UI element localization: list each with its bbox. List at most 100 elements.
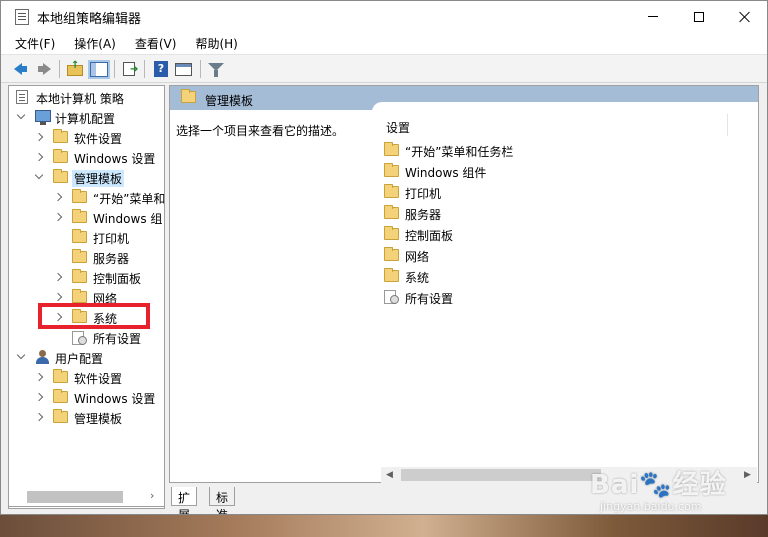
details-title: 管理模板	[205, 94, 254, 108]
tree-node-control-panel[interactable]: 控制面板	[9, 267, 164, 287]
up-folder-icon	[67, 60, 83, 76]
console-tree: 本地计算机 策略 计算机配置 软件设置 Windows 设置 管理模板 “开始”…	[8, 85, 165, 509]
tree-label: “开始”菜单和	[93, 192, 165, 206]
maximize-icon	[694, 11, 704, 22]
up-level-button[interactable]	[66, 60, 84, 78]
tree-node-cc-admin[interactable]: 管理模板	[9, 167, 164, 187]
tree-node-uc-windows[interactable]: Windows 设置	[9, 387, 164, 407]
forward-arrow-icon	[38, 63, 51, 75]
toolbar-separator	[144, 60, 145, 78]
tree-label: 所有设置	[93, 332, 142, 346]
toolbar: ?	[1, 54, 767, 83]
collapse-chevron-icon[interactable]	[16, 110, 26, 120]
close-button[interactable]	[722, 1, 767, 32]
collapse-chevron-icon[interactable]	[34, 170, 44, 180]
expand-chevron-icon[interactable]	[34, 372, 44, 382]
tree-node-uc-admin[interactable]: 管理模板	[9, 407, 164, 427]
maximize-button[interactable]	[676, 1, 722, 32]
filter-icon	[208, 63, 224, 77]
folder-icon	[72, 269, 87, 283]
column-divider[interactable]	[727, 114, 728, 136]
tree-node-root[interactable]: 本地计算机 策略	[9, 87, 164, 107]
details-pane: 管理模板 选择一个项目来查看它的描述。 设置 “开始”菜单和任务栏 Window…	[169, 85, 759, 483]
console-tree-icon	[88, 60, 110, 79]
folder-icon	[53, 369, 68, 383]
menu-help[interactable]: 帮助(H)	[193, 35, 239, 52]
show-hide-tree-button[interactable]	[88, 60, 110, 79]
gpedit-window: 本地组策略编辑器 文件(F) 操作(A) 查看(V) 帮助(H) ? 本地计算机…	[0, 0, 768, 515]
tab-extended[interactable]: 扩展	[171, 487, 198, 514]
folder-icon	[53, 389, 68, 403]
folder-icon	[53, 409, 68, 423]
annotation-highlight-box	[38, 303, 150, 329]
description-text: 选择一个项目来查看它的描述。	[176, 124, 345, 138]
column-header-setting[interactable]: 设置	[386, 119, 410, 136]
export-list-button[interactable]	[121, 60, 139, 78]
minimize-icon	[648, 16, 658, 17]
baidu-jingyan-watermark: Bai🐾经验 jingyan.baidu.com	[590, 454, 760, 514]
folder-icon	[53, 149, 68, 163]
scrollbar-thumb[interactable]	[401, 469, 601, 481]
expand-chevron-icon[interactable]	[34, 132, 44, 142]
folder-icon	[384, 268, 399, 282]
minimize-button[interactable]	[630, 1, 676, 32]
tree-node-all-settings[interactable]: 所有设置	[9, 327, 164, 347]
list-item-label: 所有设置	[405, 292, 454, 306]
expand-chevron-icon[interactable]	[34, 412, 44, 422]
tree-label: 打印机	[93, 232, 130, 246]
folder-icon	[384, 226, 399, 240]
tree-label: 控制面板	[93, 272, 142, 286]
tree-node-windows-components[interactable]: Windows 组	[9, 207, 164, 227]
tree-horizontal-scrollbar[interactable]: ›	[8, 487, 165, 507]
expand-chevron-icon[interactable]	[34, 392, 44, 402]
tree-label: 软件设置	[74, 132, 123, 146]
tree-node-uc-software[interactable]: 软件设置	[9, 367, 164, 387]
properties-button[interactable]	[175, 60, 193, 78]
menu-view[interactable]: 查看(V)	[133, 35, 179, 52]
back-button[interactable]	[12, 60, 30, 78]
list-item-label: 网络	[405, 250, 430, 264]
tree-node-server[interactable]: 服务器	[9, 247, 164, 267]
folder-icon	[72, 249, 87, 263]
computer-icon	[35, 110, 51, 125]
expand-chevron-icon[interactable]	[53, 192, 63, 202]
menu-action[interactable]: 操作(A)	[72, 35, 118, 52]
list-item-label: Windows 组件	[405, 166, 487, 180]
tree-node-user-config[interactable]: 用户配置	[9, 347, 164, 367]
list-item-label: 控制面板	[405, 229, 454, 243]
user-icon	[35, 350, 51, 365]
tree-label: 用户配置	[55, 352, 104, 366]
expand-chevron-icon[interactable]	[53, 292, 63, 302]
tree-node-cc-windows[interactable]: Windows 设置	[9, 147, 164, 167]
forward-button[interactable]	[35, 60, 53, 78]
tree-node-cc-software[interactable]: 软件设置	[9, 127, 164, 147]
expand-chevron-icon[interactable]	[34, 152, 44, 162]
close-icon	[739, 11, 751, 23]
tree-node-start-menu[interactable]: “开始”菜单和	[9, 187, 164, 207]
filter-button[interactable]	[207, 60, 225, 78]
folder-icon	[384, 205, 399, 219]
tree-node-printer[interactable]: 打印机	[9, 227, 164, 247]
list-item-label: “开始”菜单和任务栏	[405, 145, 514, 159]
all-settings-icon	[384, 289, 399, 304]
tree-label: Windows 设置	[74, 152, 156, 166]
toolbar-separator	[114, 60, 115, 78]
tab-standard[interactable]: 标准	[209, 487, 236, 514]
menu-file[interactable]: 文件(F)	[13, 35, 57, 52]
tree-label: 服务器	[93, 252, 130, 266]
export-icon	[123, 62, 138, 76]
policy-document-icon	[16, 90, 28, 104]
folder-icon	[384, 142, 399, 156]
collapse-chevron-icon[interactable]	[16, 350, 26, 360]
tree-node-computer-config[interactable]: 计算机配置	[9, 107, 164, 127]
scrollbar-thumb[interactable]	[27, 491, 123, 503]
folder-icon	[384, 163, 399, 177]
toolbar-separator	[59, 60, 60, 78]
settings-list: 设置 “开始”菜单和任务栏 Windows 组件 打印机 服务器 控制面板 网络…	[372, 102, 758, 482]
scroll-right-icon[interactable]: ›	[150, 489, 154, 502]
folder-icon	[181, 89, 196, 103]
scroll-left-icon[interactable]: ◀	[386, 470, 393, 480]
help-button[interactable]: ?	[152, 60, 170, 78]
expand-chevron-icon[interactable]	[53, 212, 63, 222]
expand-chevron-icon[interactable]	[53, 272, 63, 282]
